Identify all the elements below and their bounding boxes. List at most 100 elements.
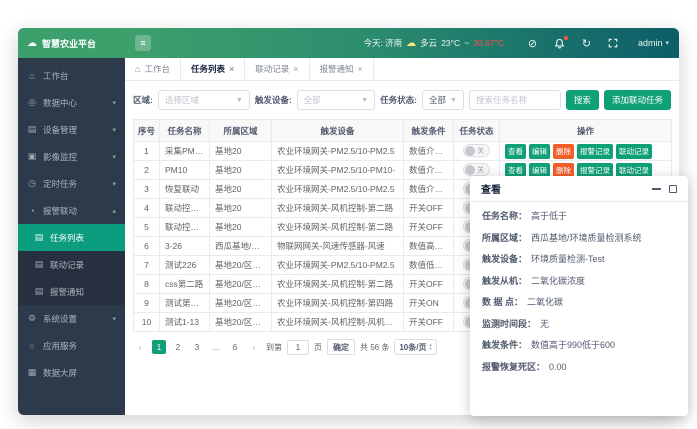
home-icon: ⌂ (135, 64, 140, 74)
dialog-field: 所属区域：西瓜基地/环境质量检测系统 (482, 232, 676, 244)
device-select[interactable]: 全部 ▼ (297, 90, 376, 110)
region-select[interactable]: 选择区域 ▼ (158, 90, 250, 110)
tab-label: 联动记录 (255, 63, 289, 75)
chevron-down-icon: ▼ (361, 97, 368, 104)
dialog-field: 触发从机：二氧化碳浓度 (482, 275, 676, 287)
dialog-field: 触发条件：数值高于990低于600 (482, 339, 676, 351)
lock-icon[interactable]: ⊘ (526, 37, 539, 50)
page-button-1[interactable]: 1 (152, 340, 166, 354)
cell-region: 基地20 (210, 199, 272, 218)
page-button-2[interactable]: 2 (171, 340, 185, 354)
sidebar-item-1[interactable]: ◎数据中心▾ (18, 89, 125, 116)
cell-no: 3 (134, 180, 160, 199)
per-page-select[interactable]: 10条/页 ▴▾ (394, 339, 436, 355)
field-value: 数值高于990低于600 (531, 339, 615, 351)
cell-region: 基地20 (210, 180, 272, 199)
settings-icon: ⚙ (27, 313, 37, 324)
sidebar-subitem-1[interactable]: ▤联动记录 (18, 251, 125, 278)
minimize-icon[interactable] (652, 188, 661, 190)
tab-1[interactable]: 任务列表× (181, 58, 245, 80)
goto-label: 到第 (266, 342, 282, 353)
column-header: 任务状态 (454, 120, 500, 142)
cell-region: 基地20 (210, 161, 272, 180)
sidebar-item-label: 系统设置 (43, 313, 77, 325)
action-4-button[interactable]: 联动记录 (616, 144, 652, 159)
status-toggle[interactable]: 关 (463, 163, 490, 176)
action-2-button[interactable]: 删除 (553, 144, 574, 159)
search-input[interactable] (469, 90, 561, 110)
sidebar-item-4[interactable]: ◷定时任务▾ (18, 170, 125, 197)
cloudy-icon: ☁ (406, 38, 416, 49)
sidebar-item-label: 数据大屏 (43, 367, 77, 379)
cell-name: PM10 (160, 161, 210, 180)
bell-icon[interactable] (553, 37, 566, 50)
field-value: 环境质量检测-Test (531, 253, 605, 265)
cell-device: 农业环境网关-风机控制-第四路 (272, 294, 404, 313)
cell-device: 农业环境网关-PM2.5/10-PM2.5 (272, 142, 404, 161)
sidebar-subitem-0[interactable]: ▤任务列表 (18, 224, 125, 251)
chevron-down-icon: ▾ (665, 39, 669, 47)
search-button[interactable]: 搜索 (566, 90, 599, 110)
tab-3[interactable]: 报警通知 × (310, 58, 374, 80)
cell-region: 基地20/区域20 (210, 256, 272, 275)
sidebar-menu: ⌂工作台◎数据中心▾▤设备管理▾▣影像监控▾◷定时任务▾◔报警联动▴▤任务列表▤… (18, 58, 125, 386)
action-1-button[interactable]: 编辑 (529, 144, 550, 159)
sidebar-item-8[interactable]: ▦数据大屏 (18, 359, 125, 386)
status-toggle[interactable]: 关 (463, 144, 490, 157)
total-count: 共 56 条 (360, 342, 389, 353)
field-value: 二氧化碳 (527, 296, 563, 308)
sidebar-item-5[interactable]: ◔报警联动▴ (18, 197, 125, 224)
chevron-up-icon: ▴ (112, 207, 116, 215)
status-select[interactable]: 全部 ▼ (422, 90, 464, 110)
dialog-field: 触发设备： 环境质量检测-Test (482, 253, 676, 265)
subitem-icon: ▤ (34, 259, 44, 270)
add-linkage-task-button[interactable]: 添加联动任务 (604, 90, 671, 110)
sidebar-item-2[interactable]: ▤设备管理▾ (18, 116, 125, 143)
sidebar-item-3[interactable]: ▣影像监控▾ (18, 143, 125, 170)
goto-page-input[interactable] (287, 340, 309, 355)
device-icon: ▤ (27, 124, 37, 135)
column-header: 所属区域 (210, 120, 272, 142)
tab-0[interactable]: ⌂工作台 (125, 58, 181, 80)
close-icon[interactable]: × (229, 64, 234, 74)
sidebar-item-7[interactable]: ○应用服务 (18, 332, 125, 359)
weather-prefix: 今天: 济南 (363, 37, 402, 49)
cell-name: 3-26 (160, 237, 210, 256)
cell-region: 基地20/区域20 (210, 313, 272, 332)
next-page-button[interactable]: › (247, 340, 261, 354)
field-label: 触发设备： (482, 253, 527, 265)
maximize-icon[interactable] (669, 185, 677, 193)
field-label: 监测时间段： (482, 318, 536, 330)
close-icon[interactable]: × (358, 64, 363, 74)
cell-no: 10 (134, 313, 160, 332)
refresh-icon[interactable]: ↻ (580, 37, 593, 50)
sidebar-item-6[interactable]: ⚙系统设置▾ (18, 305, 125, 332)
goto-confirm-button[interactable]: 确定 (327, 339, 355, 355)
dialog-field: 报警恢复死区： 0.00 (482, 361, 676, 373)
cell-condition: 开关OFF (404, 199, 454, 218)
sidebar-collapse-button[interactable]: ≡ (135, 35, 151, 51)
tab-2[interactable]: 联动记录 × (245, 58, 309, 80)
cell-condition: 开关ON (404, 294, 454, 313)
cell-status: 关 (454, 142, 500, 161)
sidebar-subitem-2[interactable]: ▤报警通知 (18, 278, 125, 305)
sidebar-item-0[interactable]: ⌂工作台 (18, 62, 125, 89)
field-label: 报警恢复死区： (482, 361, 545, 373)
temp-separator: ~ (464, 38, 469, 48)
cell-name: 测试1-13 (160, 313, 210, 332)
workbench-icon: ⌂ (27, 71, 37, 81)
weather-condition: 多云 (420, 37, 437, 49)
prev-page-button[interactable]: ‹ (133, 340, 147, 354)
user-menu[interactable]: admin ▾ (638, 38, 669, 48)
fullscreen-icon[interactable] (607, 37, 620, 50)
header-icons: ⊘ ↻ (526, 37, 620, 50)
table-header-row: 序号任务名称所属区域触发设备触发条件任务状态操作 (134, 120, 672, 142)
page-button-3[interactable]: 3 (190, 340, 204, 354)
action-0-button[interactable]: 查看 (505, 144, 526, 159)
app-logo: ☁ 智慧农业平台 (18, 28, 125, 58)
close-icon[interactable]: × (293, 64, 298, 74)
page-button-6[interactable]: 6 (228, 340, 242, 354)
field-value: 0.00 (549, 361, 567, 373)
tab-label: 报警通知 (320, 63, 354, 75)
action-3-button[interactable]: 报警记录 (577, 144, 613, 159)
